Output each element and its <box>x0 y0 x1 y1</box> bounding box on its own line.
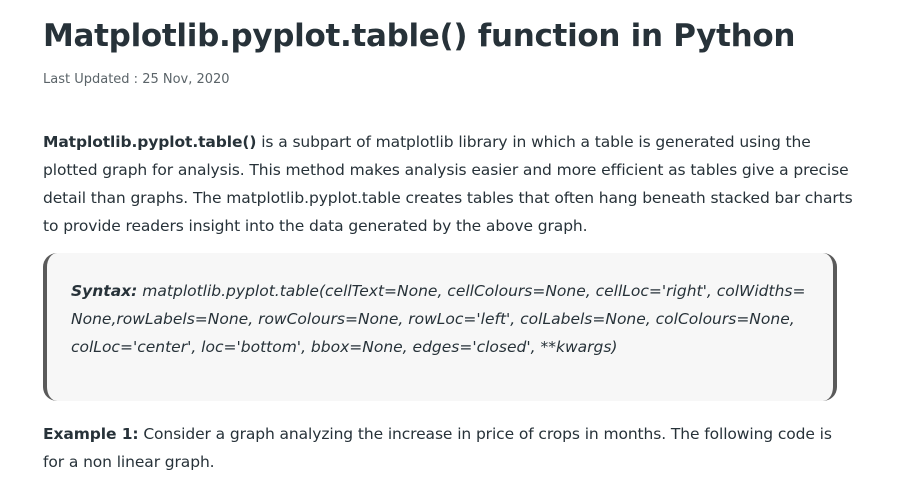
intro-paragraph: Matplotlib.pyplot.table() is a subpart o… <box>43 128 856 240</box>
intro-function-name: Matplotlib.pyplot.table() <box>43 133 257 151</box>
last-updated: Last Updated : 25 Nov, 2020 <box>43 72 230 87</box>
example-label: Example 1: <box>43 425 139 443</box>
example-paragraph: Example 1: Consider a graph analyzing th… <box>43 420 856 476</box>
syntax-blockquote: Syntax: matplotlib.pyplot.table(cellText… <box>43 253 837 401</box>
article: Matplotlib.pyplot.table() function in Py… <box>0 0 899 476</box>
syntax-text: matplotlib.pyplot.table(cellText=None, c… <box>71 282 806 356</box>
example-text: Consider a graph analyzing the increase … <box>43 425 832 471</box>
article-title: Matplotlib.pyplot.table() function in Py… <box>43 18 796 54</box>
syntax-label: Syntax: <box>71 282 138 300</box>
